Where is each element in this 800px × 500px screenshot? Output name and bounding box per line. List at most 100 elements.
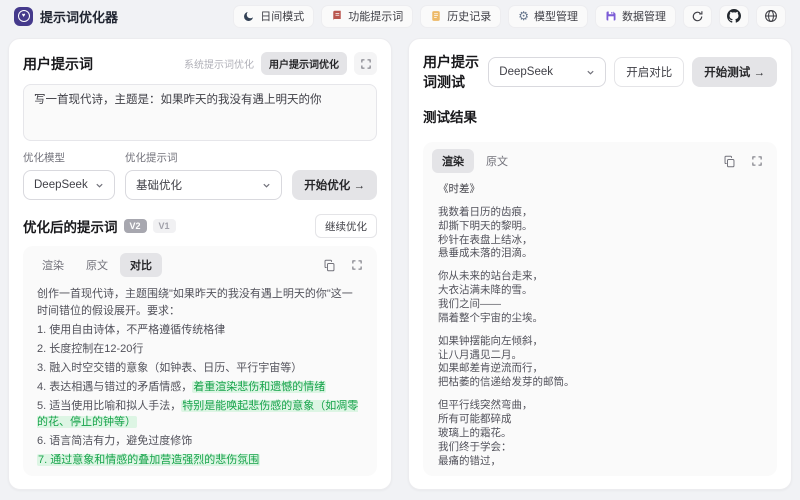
main-content: 用户提示词 系统提示词优化 用户提示词优化 写一首现代诗，主题是：如果昨天的我没… xyxy=(0,32,800,498)
diff-line: 6. 语言简洁有力，避免过度修饰 xyxy=(37,433,363,450)
optimize-template-value: 基础优化 xyxy=(136,177,182,193)
chevron-down-icon xyxy=(586,68,595,77)
prompt-input[interactable]: 写一首现代诗，主题是：如果昨天的我没有遇上明天的你 xyxy=(23,84,377,141)
tab-原文[interactable]: 原文 xyxy=(476,149,518,173)
moon-icon xyxy=(243,10,255,22)
fullscreen-icon xyxy=(360,58,372,70)
poem-stanza: 如果钟摆能向左倾斜，让八月遇见二月。如果邮差肯逆流而行，把枯萎的信递给发芽的邮筒… xyxy=(438,335,762,390)
diff-line: 7. 通过意象和情感的叠加营造强烈的悲伤氛围 xyxy=(37,452,363,467)
poem-line: 把枯萎的信递给发芽的邮筒。 xyxy=(438,376,762,390)
nav-label: 数据管理 xyxy=(622,8,666,24)
copy-button[interactable] xyxy=(318,254,341,277)
app-logo-icon: ♥ xyxy=(14,7,33,26)
tab-渲染[interactable]: 渲染 xyxy=(432,149,474,173)
poem-line: 悬垂成未落的泪滴。 xyxy=(438,247,762,261)
history-scroll-icon xyxy=(430,10,442,22)
diff-line: 4. 表达相遇与错过的矛盾情感，着重渲染悲伤和遗憾的情绪 xyxy=(37,379,363,396)
start-optimize-button[interactable]: 开始优化 → xyxy=(292,170,377,200)
diff-line: 5. 适当使用比喻和拟人手法，特别是能唤起悲伤感的意象（如凋零的花、停止的钟等） xyxy=(37,398,363,431)
result-fullscreen-button[interactable] xyxy=(745,150,768,173)
poem-stanza: 我数着日历的齿痕，却撕下明天的黎明。秒针在表盘上结冰，悬垂成未落的泪滴。 xyxy=(438,206,762,261)
diff-line: 3. 融入时空交错的意象（如钟表、日历、平行宇宙等） xyxy=(37,360,363,377)
continue-optimize-button[interactable]: 继续优化 xyxy=(315,214,377,238)
header-nav: 日间模式 功能提示词 历史记录 ⚙ 模型管理 数据管理 xyxy=(233,5,786,28)
prompt-fullscreen-button[interactable] xyxy=(354,52,377,75)
poem-line: 但平行线突然弯曲， xyxy=(438,399,762,413)
prompt-panel-title: 用户提示词 xyxy=(23,54,93,74)
optimize-template-label: 优化提示词 xyxy=(125,150,282,165)
poem-stanza: 你从未来的站台走来，大衣沾满未降的雪。我们之间——隔着整个宇宙的尘埃。 xyxy=(438,270,762,325)
poem-line: 最痛的错过， xyxy=(438,455,762,467)
nav-label: 日间模式 xyxy=(260,8,304,24)
test-panel-title: 用户提示词测试 xyxy=(423,52,488,92)
nav-label: 功能提示词 xyxy=(348,8,403,24)
fullscreen-icon xyxy=(751,155,763,167)
refresh-button[interactable] xyxy=(683,5,712,28)
test-panel: 用户提示词测试 DeepSeek 开启对比 开始测试 → 测试结果 渲染原文 xyxy=(408,38,792,490)
result-fullscreen-button[interactable] xyxy=(345,254,368,277)
nav-theme-toggle[interactable]: 日间模式 xyxy=(233,5,314,28)
copy-button[interactable] xyxy=(718,150,741,173)
optimized-prompt-diff: 创作一首现代诗，主题围绕"如果昨天的我没有遇上明天的你"这一时间错位的假设展开。… xyxy=(32,283,368,467)
test-model-select[interactable]: DeepSeek xyxy=(488,57,606,87)
nav-function-prompts[interactable]: 功能提示词 xyxy=(321,5,413,28)
optimized-prompt-tabs: 渲染原文对比 xyxy=(32,253,162,277)
test-result-title: 测试结果 xyxy=(423,106,777,126)
chevron-down-icon xyxy=(95,181,104,190)
nav-history[interactable]: 历史记录 xyxy=(420,5,501,28)
poem-line: 我们终于学会： xyxy=(438,441,762,455)
version-badge-v1[interactable]: V1 xyxy=(153,219,176,233)
app-logo[interactable]: ♥ 提示词优化器 xyxy=(14,7,118,26)
github-icon xyxy=(727,9,741,23)
poem-line: 你从未来的站台走来， xyxy=(438,270,762,284)
optimize-model-select[interactable]: DeepSeek xyxy=(23,170,115,200)
copy-icon xyxy=(723,155,736,168)
poem-line: 所有可能都碎成 xyxy=(438,413,762,427)
optimized-prompt-title: 优化后的提示词 xyxy=(23,216,118,236)
poem-line: 我们之间—— xyxy=(438,298,762,312)
test-model-value: DeepSeek xyxy=(499,66,553,78)
tab-原文[interactable]: 原文 xyxy=(76,253,118,277)
poem-line: 玻璃上的霜花。 xyxy=(438,427,762,441)
nav-data-manager[interactable]: 数据管理 xyxy=(595,5,676,28)
optimized-prompt-card: 渲染原文对比 创作一首现代诗，主题围绕"如果昨天的我没有遇上明天的你"这一时间错… xyxy=(23,246,377,476)
diff-line: 创作一首现代诗，主题围绕"如果昨天的我没有遇上明天的你"这一时间错位的假设展开。… xyxy=(37,286,363,319)
optimize-model-value: DeepSeek xyxy=(34,179,88,191)
poem-line: 秒针在表盘上结冰， xyxy=(438,234,762,248)
prompt-panel: 用户提示词 系统提示词优化 用户提示词优化 写一首现代诗，主题是：如果昨天的我没… xyxy=(8,38,392,490)
poem-stanza: 但平行线突然弯曲，所有可能都碎成玻璃上的霜花。我们终于学会：最痛的错过，是时针与… xyxy=(438,399,762,467)
model-gear-icon: ⚙ xyxy=(518,9,529,23)
diff-line: 1. 使用自由诗体，不严格遵循传统格律 xyxy=(37,322,363,339)
refresh-icon xyxy=(691,10,704,23)
nav-model-manager[interactable]: ⚙ 模型管理 xyxy=(508,5,588,28)
tab-对比[interactable]: 对比 xyxy=(120,253,162,277)
nav-label: 历史记录 xyxy=(447,8,491,24)
app-title: 提示词优化器 xyxy=(40,7,118,26)
fullscreen-icon xyxy=(351,259,363,271)
test-output: 《时差》 我数着日历的齿痕，却撕下明天的黎明。秒针在表盘上结冰，悬垂成未落的泪滴… xyxy=(432,179,768,467)
mode-user-prompt[interactable]: 用户提示词优化 xyxy=(261,52,347,75)
app-header: ♥ 提示词优化器 日间模式 功能提示词 历史记录 ⚙ 模型管理 xyxy=(0,0,800,32)
start-test-button[interactable]: 开始测试 → xyxy=(692,57,777,87)
poem-line: 如果邮差肯逆流而行， xyxy=(438,362,762,376)
poem-line: 大衣沾满未降的雪。 xyxy=(438,284,762,298)
globe-icon xyxy=(764,9,778,23)
test-result-tabs: 渲染原文 xyxy=(432,149,518,173)
test-result-card: 渲染原文 《时差》 我数着日历的齿痕，却撕下明天的黎明。秒针在表盘上结冰，悬垂成… xyxy=(423,142,777,476)
poem-line: 却撕下明天的黎明。 xyxy=(438,220,762,234)
tab-渲染[interactable]: 渲染 xyxy=(32,253,74,277)
diff-line: 2. 长度控制在12-20行 xyxy=(37,341,363,358)
language-button[interactable] xyxy=(756,5,786,28)
optimize-template-select[interactable]: 基础优化 xyxy=(125,170,282,200)
poem-title: 《时差》 xyxy=(438,183,762,197)
poem-line: 隔着整个宇宙的尘埃。 xyxy=(438,312,762,326)
chevron-down-icon xyxy=(262,181,271,190)
github-button[interactable] xyxy=(719,5,749,28)
copy-icon xyxy=(323,259,336,272)
optimize-model-label: 优化模型 xyxy=(23,150,115,165)
mode-system-prompt[interactable]: 系统提示词优化 xyxy=(184,56,254,71)
version-badge-v2[interactable]: V2 xyxy=(124,219,147,233)
poem-body: 我数着日历的齿痕，却撕下明天的黎明。秒针在表盘上结冰，悬垂成未落的泪滴。你从未来… xyxy=(438,206,762,467)
poem-line: 如果钟摆能向左倾斜， xyxy=(438,335,762,349)
enable-compare-button[interactable]: 开启对比 xyxy=(614,57,684,87)
